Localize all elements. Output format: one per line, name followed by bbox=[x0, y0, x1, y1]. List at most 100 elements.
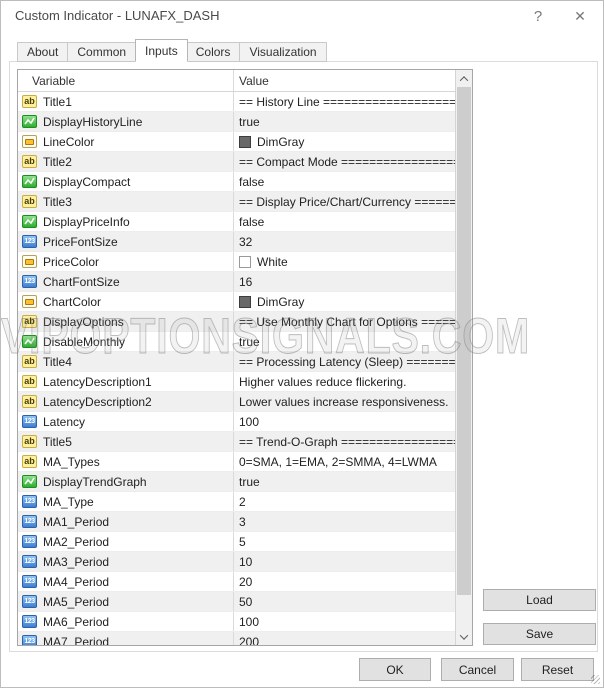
value-cell[interactable]: DimGray bbox=[234, 132, 455, 151]
table-row[interactable]: 123PriceFontSize32 bbox=[18, 232, 455, 252]
value-cell[interactable]: 50 bbox=[234, 592, 455, 611]
value-cell[interactable]: true bbox=[234, 112, 455, 131]
table-row[interactable]: abMA_Types0=SMA, 1=EMA, 2=SMMA, 4=LWMA bbox=[18, 452, 455, 472]
scroll-down-icon[interactable] bbox=[456, 628, 472, 645]
value-cell[interactable]: 16 bbox=[234, 272, 455, 291]
value-cell[interactable]: 100 bbox=[234, 612, 455, 631]
table-row[interactable]: DisableMonthlytrue bbox=[18, 332, 455, 352]
value-cell[interactable]: true bbox=[234, 472, 455, 491]
help-icon[interactable]: ? bbox=[521, 1, 555, 31]
value-cell[interactable]: 0=SMA, 1=EMA, 2=SMMA, 4=LWMA bbox=[234, 452, 455, 471]
value-cell[interactable]: false bbox=[234, 212, 455, 231]
tab-visualization[interactable]: Visualization bbox=[240, 42, 326, 62]
variable-name: MA_Type bbox=[43, 495, 94, 509]
value-cell[interactable]: false bbox=[234, 172, 455, 191]
table-row[interactable]: abDisplayOptions== Use Monthly Chart for… bbox=[18, 312, 455, 332]
tab-about[interactable]: About bbox=[17, 42, 68, 62]
table-row[interactable]: abLatencyDescription2Lower values increa… bbox=[18, 392, 455, 412]
value-text: 2 bbox=[239, 495, 246, 509]
text-parameter-icon: ab bbox=[22, 95, 37, 108]
table-row[interactable]: ChartColorDimGray bbox=[18, 292, 455, 312]
table-row[interactable]: ab Title1 == History Line ================… bbox=[18, 92, 455, 112]
value-cell[interactable]: true bbox=[234, 332, 455, 351]
variable-name: MA5_Period bbox=[43, 595, 109, 609]
variable-cell: ab Title1 bbox=[18, 92, 234, 111]
variable-name: PriceColor bbox=[43, 255, 99, 269]
table-row[interactable]: DisplayCompactfalse bbox=[18, 172, 455, 192]
variable-cell: 123MA4_Period bbox=[18, 572, 234, 591]
value-cell[interactable]: == Display Price/Chart/Currency ========… bbox=[234, 192, 455, 211]
table-row[interactable]: 123MA_Type2 bbox=[18, 492, 455, 512]
variable-cell: 123PriceFontSize bbox=[18, 232, 234, 251]
value-cell[interactable]: Lower values increase responsiveness. bbox=[234, 392, 455, 411]
value-cell[interactable]: == Use Monthly Chart for Options ====== bbox=[234, 312, 455, 331]
table-row[interactable]: LineColor DimGray bbox=[18, 132, 455, 152]
value-text: Higher values reduce flickering. bbox=[239, 375, 406, 389]
close-icon[interactable]: ✕ bbox=[563, 1, 597, 31]
table-row[interactable]: DisplayPriceInfofalse bbox=[18, 212, 455, 232]
value-cell[interactable]: 100 bbox=[234, 412, 455, 431]
text-parameter-icon: ab bbox=[22, 315, 37, 328]
table-row[interactable]: 123MA3_Period10 bbox=[18, 552, 455, 572]
value-cell[interactable]: 200 bbox=[234, 632, 455, 645]
variable-cell: 123MA7_Period bbox=[18, 632, 234, 645]
value-cell[interactable]: == Compact Mode ======================== bbox=[234, 152, 455, 171]
number-parameter-icon: 123 bbox=[22, 415, 37, 428]
table-row[interactable]: 123ChartFontSize16 bbox=[18, 272, 455, 292]
table-row[interactable]: abTitle2== Compact Mode ================… bbox=[18, 152, 455, 172]
table-row[interactable]: 123MA4_Period20 bbox=[18, 572, 455, 592]
custom-indicator-dialog: Custom Indicator - LUNAFX_DASH ? ✕ About… bbox=[0, 0, 604, 688]
table-row[interactable]: abTitle5== Trend-O-Graph ===============… bbox=[18, 432, 455, 452]
reset-button[interactable]: Reset bbox=[521, 658, 594, 681]
tab-inputs[interactable]: Inputs bbox=[135, 39, 188, 62]
value-cell[interactable]: == History Line ========================… bbox=[234, 92, 455, 111]
resize-grip-icon[interactable] bbox=[591, 675, 600, 684]
table-row[interactable]: 123MA5_Period50 bbox=[18, 592, 455, 612]
table-row[interactable]: abTitle4== Processing Latency (Sleep) ==… bbox=[18, 352, 455, 372]
value-cell[interactable]: Higher values reduce flickering. bbox=[234, 372, 455, 391]
table-row[interactable]: PriceColor White bbox=[18, 252, 455, 272]
table-row[interactable]: 123MA2_Period5 bbox=[18, 532, 455, 552]
table-row[interactable]: DisplayHistoryLinetrue bbox=[18, 112, 455, 132]
value-cell[interactable]: 2 bbox=[234, 492, 455, 511]
value-cell[interactable]: DimGray bbox=[234, 292, 455, 311]
vertical-scrollbar[interactable] bbox=[455, 70, 472, 645]
number-parameter-icon: 123 bbox=[22, 235, 37, 248]
ok-button[interactable]: OK bbox=[359, 658, 431, 681]
table-row[interactable]: 123MA1_Period3 bbox=[18, 512, 455, 532]
variable-name: LineColor bbox=[43, 135, 94, 149]
cancel-button[interactable]: Cancel bbox=[441, 658, 514, 681]
table-row[interactable]: abTitle3== Display Price/Chart/Currency … bbox=[18, 192, 455, 212]
scrollbar-thumb[interactable] bbox=[457, 87, 471, 595]
table-row[interactable]: 123 Latency 100 bbox=[18, 412, 455, 432]
value-cell[interactable]: == Trend-O-Graph ====================== bbox=[234, 432, 455, 451]
scroll-up-icon[interactable] bbox=[456, 70, 472, 87]
tab-common[interactable]: Common bbox=[68, 42, 136, 62]
value-cell[interactable]: 3 bbox=[234, 512, 455, 531]
value-cell[interactable]: == Processing Latency (Sleep) ========== bbox=[234, 352, 455, 371]
variable-name: MA1_Period bbox=[43, 515, 109, 529]
table-row[interactable]: DisplayTrendGraphtrue bbox=[18, 472, 455, 492]
value-cell[interactable]: 32 bbox=[234, 232, 455, 251]
value-cell[interactable]: 10 bbox=[234, 552, 455, 571]
variable-name: Latency bbox=[43, 415, 85, 429]
text-parameter-icon: ab bbox=[22, 375, 37, 388]
table-row[interactable]: 123MA7_Period200 bbox=[18, 632, 455, 645]
value-cell[interactable]: White bbox=[234, 252, 455, 271]
variable-name: LatencyDescription1 bbox=[43, 375, 152, 389]
variable-cell: LineColor bbox=[18, 132, 234, 151]
load-button[interactable]: Load bbox=[483, 589, 596, 611]
text-parameter-icon: ab bbox=[22, 195, 37, 208]
tab-colors[interactable]: Colors bbox=[187, 42, 241, 62]
value-text: Lower values increase responsiveness. bbox=[239, 395, 448, 409]
column-header-value[interactable]: Value bbox=[234, 70, 455, 91]
variable-name: Title1 bbox=[43, 95, 72, 109]
value-cell[interactable]: 5 bbox=[234, 532, 455, 551]
variable-cell: abTitle2 bbox=[18, 152, 234, 171]
value-cell[interactable]: 20 bbox=[234, 572, 455, 591]
table-row[interactable]: 123MA6_Period100 bbox=[18, 612, 455, 632]
table-row[interactable]: ab LatencyDescription1 Higher values reduc… bbox=[18, 372, 455, 392]
value-text: false bbox=[239, 175, 264, 189]
column-header-variable[interactable]: Variable bbox=[18, 70, 234, 91]
save-button[interactable]: Save bbox=[483, 623, 596, 645]
